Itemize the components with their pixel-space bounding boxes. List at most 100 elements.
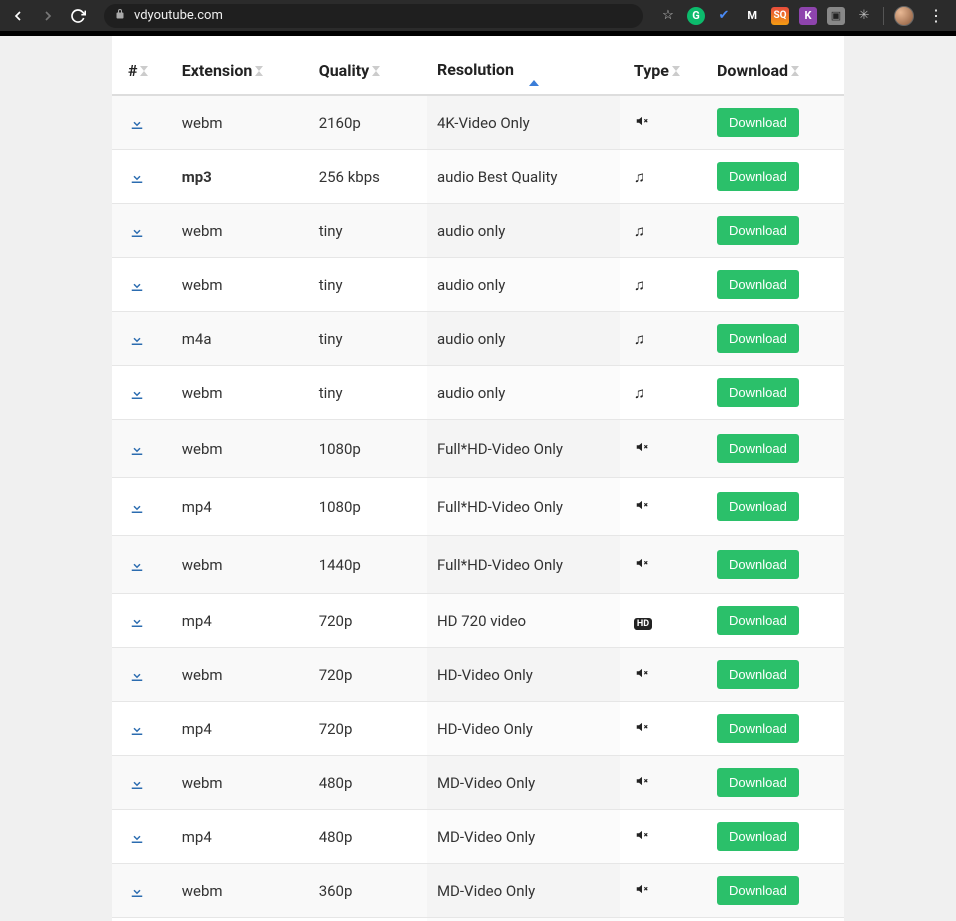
download-row-icon[interactable] [128,720,162,738]
table-row: webm1440pFull*HD-Video Only Download [112,536,844,594]
extension-cell: webm [172,258,309,312]
k-icon[interactable]: K [799,7,817,25]
extension-cell: webm [172,864,309,918]
type-cell [620,810,707,864]
download-button[interactable]: Download [717,876,799,905]
download-button[interactable]: Download [717,822,799,851]
box-icon[interactable]: ▣ [827,7,845,25]
download-row-icon[interactable] [128,168,162,186]
quality-cell: tiny [309,204,427,258]
download-table: # Extension Quality Resolution Type Down… [112,46,844,921]
sq-icon[interactable]: SQ [771,7,789,25]
audio-icon: ♫ [634,276,645,294]
download-button[interactable]: Download [717,108,799,137]
extension-icons: ☆ G ✔ M SQ K ▣ ✳ ⋮ [659,6,948,26]
download-button[interactable]: Download [717,660,799,689]
th-download[interactable]: Download [707,46,844,95]
muted-icon [634,498,650,516]
download-button[interactable]: Download [717,378,799,407]
muted-icon [634,828,650,846]
resolution-cell: Full*HD-Video Only [427,536,620,594]
download-row-icon[interactable] [128,882,162,900]
download-button[interactable]: Download [717,324,799,353]
table-row: webm2160p4K-Video OnlyDownload [112,95,844,150]
url-text: vdyoutube.com [134,8,223,23]
resolution-cell: MD-Video Only [427,864,620,918]
download-row-icon[interactable] [128,384,162,402]
download-button[interactable]: Download [717,714,799,743]
download-row-icon[interactable] [128,330,162,348]
browser-menu[interactable]: ⋮ [924,6,948,25]
extension-cell: webm [172,366,309,420]
download-row-icon[interactable] [128,222,162,240]
table-row: webmtinyaudio only♫Download [112,258,844,312]
sort-ascending-icon [529,61,539,86]
download-button[interactable]: Download [717,550,799,579]
download-row-icon[interactable] [128,498,162,516]
extension-cell: webm [172,536,309,594]
download-row-icon[interactable] [128,666,162,684]
download-row-icon[interactable] [128,114,162,132]
type-cell: ♫ [620,258,707,312]
th-extension[interactable]: Extension [172,46,309,95]
resolution-cell: audio Best Quality [427,150,620,204]
muted-icon [634,882,650,900]
th-type[interactable]: Type [620,46,707,95]
extension-cell: webm [172,648,309,702]
type-cell [620,95,707,150]
type-cell [620,536,707,594]
gmail-icon[interactable]: M [743,7,761,25]
quality-cell: 1440p [309,536,427,594]
address-bar[interactable]: vdyoutube.com [104,4,643,28]
download-button[interactable]: Download [717,434,799,463]
download-button[interactable]: Download [717,270,799,299]
download-button[interactable]: Download [717,606,799,635]
type-cell: ♫ [620,150,707,204]
back-button[interactable] [8,6,28,26]
quality-cell: tiny [309,312,427,366]
grammarly-icon[interactable]: G [687,7,705,25]
quality-cell: 720p [309,594,427,648]
download-button[interactable]: Download [717,492,799,521]
type-cell: HD [620,594,707,648]
table-row: webm720pHD-Video OnlyDownload [112,648,844,702]
muted-icon [634,440,650,458]
extension-cell: webm [172,756,309,810]
type-cell [620,478,707,536]
resolution-cell: MD-Video Only [427,756,620,810]
type-cell [620,648,707,702]
type-cell: ♫ [620,312,707,366]
th-number[interactable]: # [112,46,172,95]
download-row-icon[interactable] [128,612,162,630]
forward-button[interactable] [38,6,58,26]
hd-icon: HD [634,618,652,630]
audio-icon: ♫ [634,384,645,402]
download-row-icon[interactable] [128,774,162,792]
profile-avatar[interactable] [894,6,914,26]
quality-cell: 1080p [309,478,427,536]
extension-cell: mp4 [172,702,309,756]
download-button[interactable]: Download [717,768,799,797]
extension-cell: mp4 [172,810,309,864]
download-row-icon[interactable] [128,440,162,458]
quality-cell: tiny [309,258,427,312]
th-resolution[interactable]: Resolution [427,46,620,95]
download-row-icon[interactable] [128,276,162,294]
snowflake-icon[interactable]: ✳ [855,7,873,25]
resolution-cell: audio only [427,204,620,258]
star-icon[interactable]: ☆ [659,7,677,25]
download-button[interactable]: Download [717,162,799,191]
download-row-icon[interactable] [128,828,162,846]
download-row-icon[interactable] [128,556,162,574]
extension-cell: webm [172,95,309,150]
download-button[interactable]: Download [717,216,799,245]
th-quality[interactable]: Quality [309,46,427,95]
table-row: m4atinyaudio only♫Download [112,312,844,366]
lock-icon [114,8,126,24]
reload-button[interactable] [68,6,88,26]
extension-cell: m4a [172,312,309,366]
checkmark-icon[interactable]: ✔ [715,7,733,25]
muted-icon [634,774,650,792]
browser-toolbar: vdyoutube.com ☆ G ✔ M SQ K ▣ ✳ ⋮ [0,0,956,31]
extension-cell: webm [172,420,309,478]
